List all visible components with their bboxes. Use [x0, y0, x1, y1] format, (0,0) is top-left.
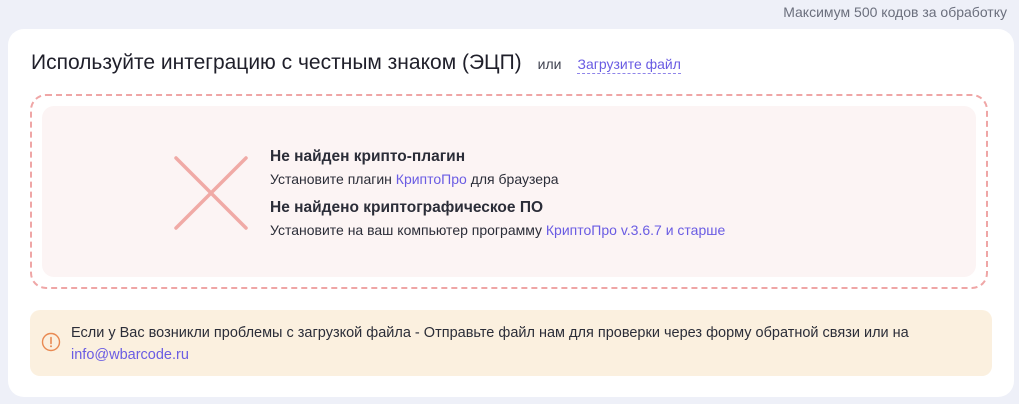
software-error-text-before: Установите на ваш компьютер программу [270, 222, 546, 238]
plugin-error-text-after: для браузера [466, 171, 559, 187]
info-circle-icon [41, 332, 61, 352]
upload-file-link[interactable]: Загрузите файл [577, 56, 681, 74]
plugin-error-text: Установите плагин КриптоПро для браузера [270, 169, 725, 189]
support-email-link[interactable]: info@wbarcode.ru [71, 347, 189, 363]
plugin-error-title: Не найден крипто-плагин [270, 148, 466, 165]
cryptopro-software-link[interactable]: КриптоПро v.3.6.7 и старше [546, 222, 725, 238]
support-alert-message: Если у Вас возникли проблемы с загрузкой… [71, 325, 909, 341]
page-title: Используйте интеграцию с честным знаком … [31, 51, 522, 74]
support-alert: Если у Вас возникли проблемы с загрузкой… [30, 310, 992, 376]
software-error-text: Установите на ваш компьютер программу Кр… [270, 220, 725, 240]
codes-limit-note: Максимум 500 кодов за обработку [783, 4, 1007, 20]
integration-card: Используйте интеграцию с честным знаком … [8, 29, 1014, 397]
close-x-icon [174, 156, 248, 230]
card-header: Используйте интеграцию с честным знаком … [31, 51, 681, 75]
plugin-error-text-before: Установите плагин [270, 171, 396, 187]
error-messages: Не найден крипто-плагин Установите плаги… [270, 147, 725, 240]
software-error-title: Не найдено криптографическое ПО [270, 199, 544, 216]
status-panel: Не найден крипто-плагин Установите плаги… [42, 106, 976, 277]
support-alert-text: Если у Вас возникли проблемы с загрузкой… [71, 322, 981, 366]
signature-status-zone: Не найден крипто-плагин Установите плаги… [30, 94, 988, 289]
or-separator: или [537, 56, 562, 72]
cryptopro-plugin-link[interactable]: КриптоПро [396, 171, 467, 187]
